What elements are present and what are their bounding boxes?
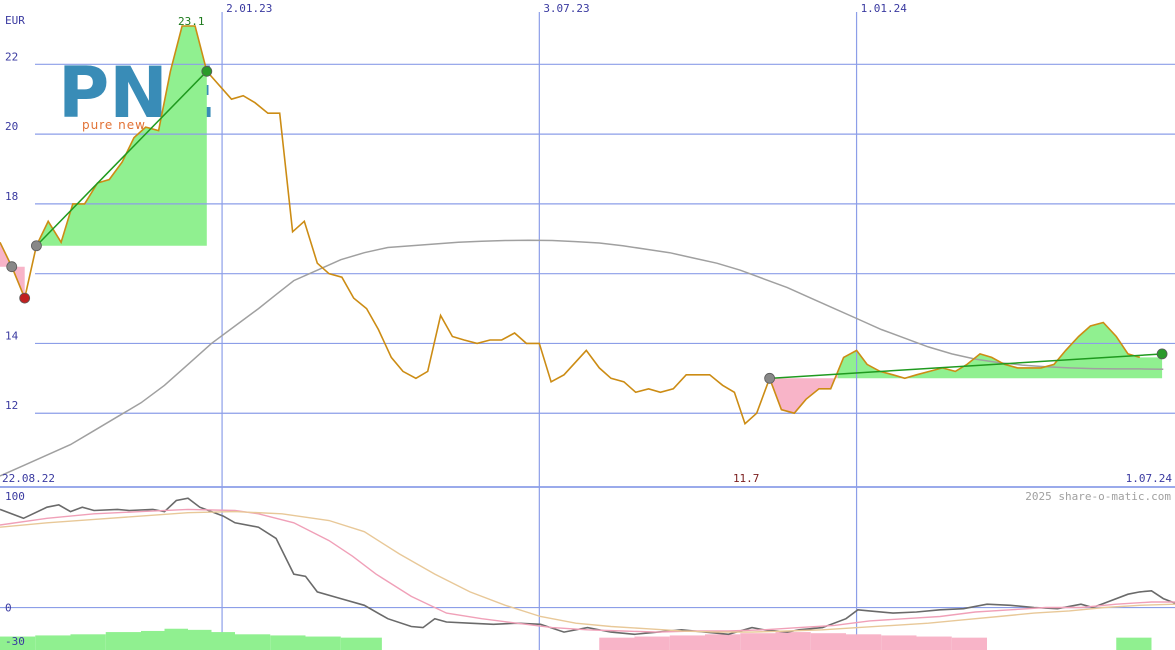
histogram-bar-23	[1116, 637, 1152, 650]
logo-subtitle: pure new	[82, 118, 146, 132]
histogram-bar-1	[35, 635, 71, 650]
histogram-bar-22	[951, 637, 987, 650]
histogram-bar-13	[634, 636, 670, 650]
histogram-bar-17	[775, 632, 811, 650]
histogram-bar-16	[740, 633, 776, 650]
histogram-bar-3	[105, 632, 141, 650]
x-tick-label: 1.01.24	[861, 2, 908, 15]
y-tick-label: 12	[5, 399, 18, 412]
y-tick-label: 18	[5, 190, 18, 203]
osc-tick-label-0: 100	[5, 490, 25, 503]
histogram-bar-8	[235, 634, 271, 650]
histogram-bar-11	[340, 637, 382, 650]
max-annotation: 23.1	[178, 15, 205, 28]
histogram-bar-5	[164, 628, 188, 650]
y-tick-label: 22	[5, 50, 18, 63]
trend-marker-3	[201, 65, 213, 77]
trend-marker-5	[1156, 348, 1168, 360]
histogram-bar-6	[188, 629, 212, 650]
histogram-bar-10	[305, 636, 341, 650]
oscillator-line-osc2	[0, 508, 1175, 633]
x-tick-label: 3.07.23	[543, 2, 589, 15]
trend-marker-1	[19, 292, 31, 304]
copyright-text: 2025 share-o-matic.com	[1025, 490, 1171, 503]
histogram-bar-2	[70, 634, 106, 650]
start-date-label: 22.08.22	[2, 472, 55, 485]
oscillator-line-osc3	[0, 510, 1175, 633]
unit-label: EUR	[5, 14, 25, 27]
osc-tick-label-1: 0	[5, 602, 12, 615]
histogram-bar-21	[916, 636, 952, 650]
histogram-bar-9	[270, 635, 306, 650]
oscillator-line-osc1	[0, 497, 1175, 636]
y-tick-label: 20	[5, 120, 18, 133]
histogram-bar-7	[211, 632, 235, 650]
histogram-bar-15	[705, 634, 741, 650]
histogram-bar-20	[881, 635, 917, 650]
trend-marker-4	[764, 372, 776, 384]
histogram-bar-12	[599, 637, 635, 650]
min-annotation: 11.7	[733, 472, 760, 485]
trend-marker-2	[31, 240, 42, 252]
osc-tick-label-2: -30	[5, 635, 25, 648]
trend-marker-0	[6, 261, 18, 273]
y-tick-label: 14	[5, 329, 19, 342]
histogram-bar-19	[846, 634, 882, 650]
histogram-bar-18	[810, 633, 846, 650]
histogram-bar-14	[669, 635, 705, 650]
end-date-label: 1.07.24	[1126, 472, 1173, 485]
stock-chart: PNE pure new 22201814122.01.23 3.07.23 1.0…	[0, 2, 1175, 650]
histogram-bar-4	[141, 630, 165, 650]
x-tick-label: 2.01.23	[226, 2, 272, 15]
